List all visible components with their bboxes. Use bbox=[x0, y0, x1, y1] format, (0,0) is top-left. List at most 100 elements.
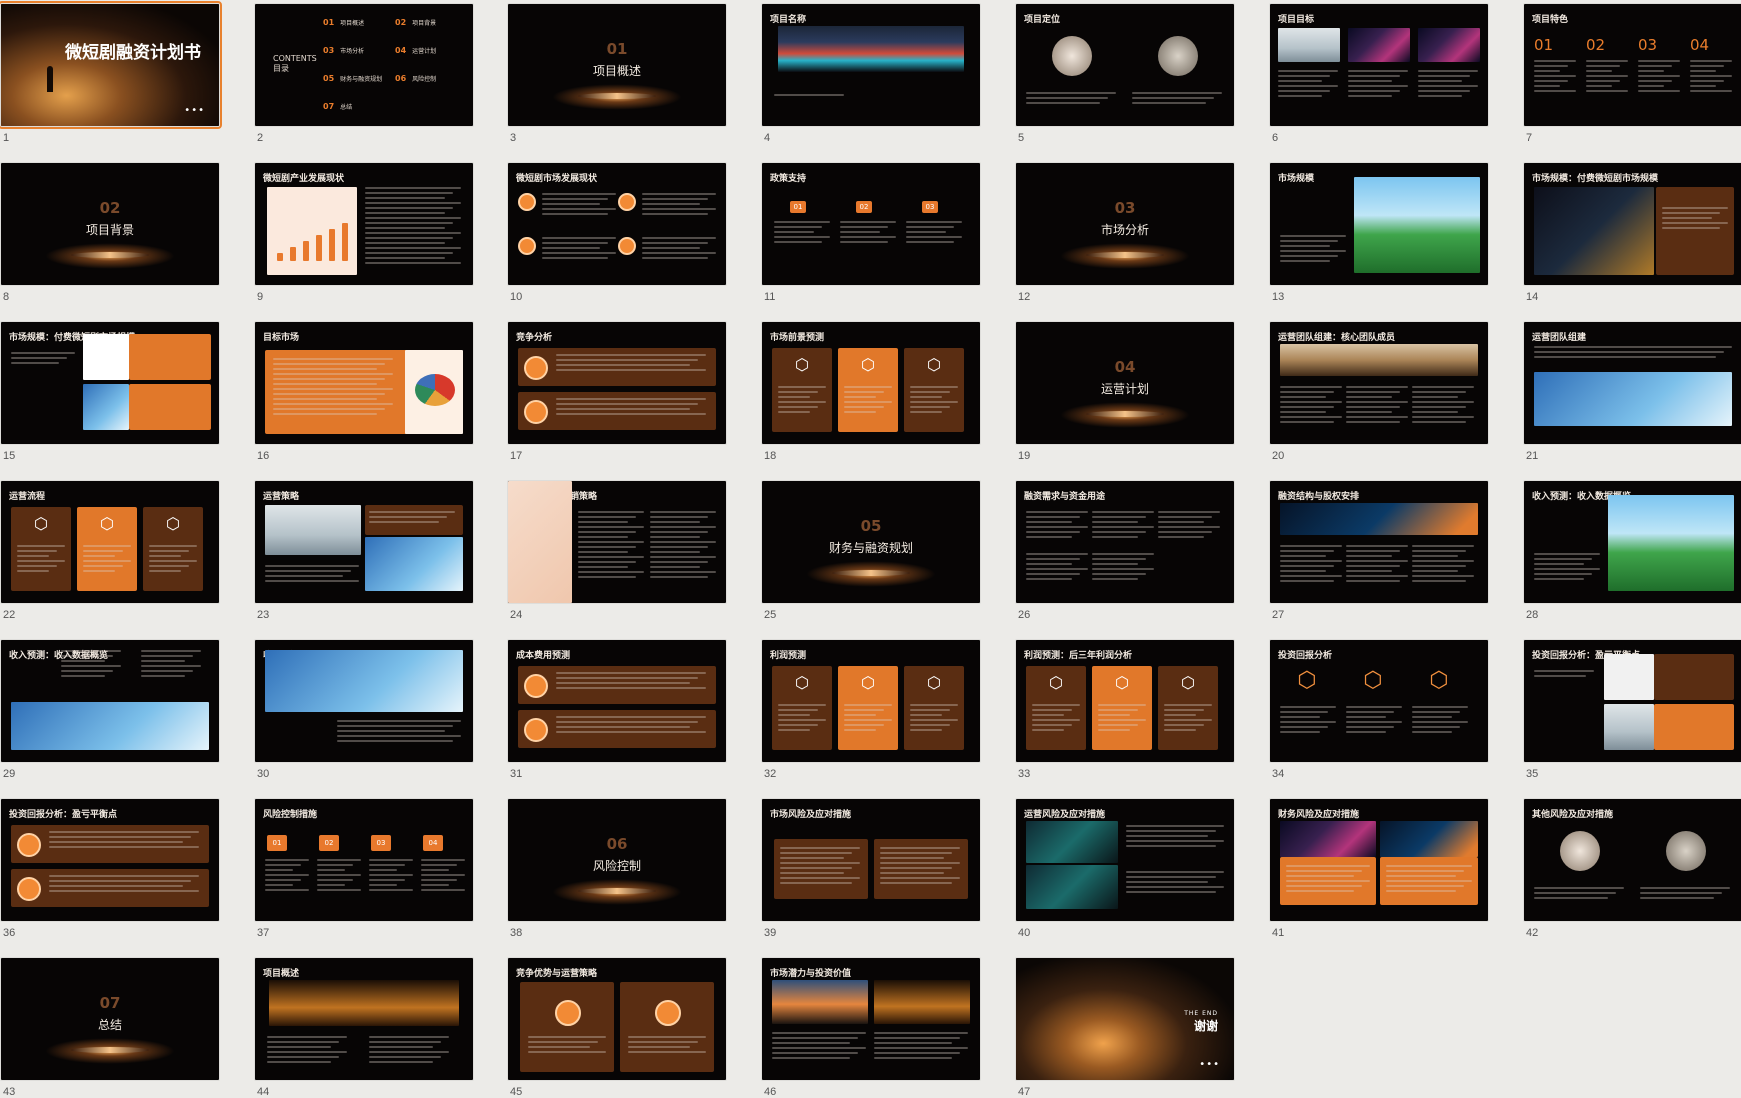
slide-thumbnail[interactable]: 收入预测：收入数据概览 29 bbox=[1, 640, 219, 780]
slide-canvas[interactable]: 项目定位 bbox=[1016, 4, 1234, 126]
slide-thumbnail[interactable]: 竞争分析 17 bbox=[508, 322, 726, 462]
slide-canvas[interactable]: 03 市场分析 bbox=[1016, 163, 1234, 285]
text-placeholder-line bbox=[1164, 719, 1212, 721]
slide-thumbnail[interactable]: 财务风险及应对措施 41 bbox=[1270, 799, 1488, 939]
slide-thumbnail[interactable]: 微短剧市场发展现状 10 bbox=[508, 163, 726, 303]
slide-canvas[interactable]: 微短剧产业发展现状 bbox=[255, 163, 473, 285]
slide-canvas[interactable]: 其他风险及应对措施 bbox=[1524, 799, 1741, 921]
slide-canvas[interactable]: 市场规模：付费微短剧市场规模 bbox=[1, 322, 219, 444]
slide-canvas[interactable]: 融资需求与资金用途 bbox=[1016, 481, 1234, 603]
text-placeholder-line bbox=[840, 241, 888, 243]
slide-number: 47 bbox=[1018, 1086, 1031, 1098]
slide-canvas[interactable]: 项目特色 01 02 03 04 bbox=[1524, 4, 1741, 126]
slide-thumbnail[interactable]: 市场风险及应对措施 39 bbox=[762, 799, 980, 939]
slide-thumbnail[interactable]: 市场潜力与投资价值 46 bbox=[762, 958, 980, 1098]
slide-canvas[interactable]: 投资回报分析：盈亏平衡点 bbox=[1, 799, 219, 921]
slide-canvas[interactable]: 投资回报分析 ⬡ ⬡ ⬡ bbox=[1270, 640, 1488, 762]
slide-thumbnail[interactable]: 成本费用预测 31 bbox=[508, 640, 726, 780]
slide-thumbnail[interactable]: 03 市场分析 12 bbox=[1016, 163, 1234, 303]
slide-thumbnail[interactable]: 04 运营计划 19 bbox=[1016, 322, 1234, 462]
slide-canvas[interactable]: 市场前景预测 ⬡ ⬡ ⬡ bbox=[762, 322, 980, 444]
slide-thumbnail[interactable]: 投资回报分析：盈亏平衡点 35 bbox=[1524, 640, 1741, 780]
slide-canvas[interactable]: 微短剧融资计划书 ••• bbox=[0, 1, 222, 129]
slide-thumbnail[interactable]: 竞争优势与运营策略 45 bbox=[508, 958, 726, 1098]
slide-thumbnail[interactable]: 06 风险控制 38 bbox=[508, 799, 726, 939]
slide-canvas[interactable]: 融资结构与股权安排 bbox=[1270, 481, 1488, 603]
slide-thumbnail[interactable]: 运营团队组建 21 bbox=[1524, 322, 1741, 462]
slide-canvas[interactable]: 目标市场 bbox=[255, 322, 473, 444]
slide-thumbnail[interactable]: 市场规模：付费微短剧市场规模 15 bbox=[1, 322, 219, 462]
slide-thumbnail[interactable]: 运营风险及应对措施 40 bbox=[1016, 799, 1234, 939]
slide-canvas[interactable]: 政策支持 01 02 03 bbox=[762, 163, 980, 285]
slide-canvas[interactable]: 07 总结 bbox=[1, 958, 219, 1080]
slide-thumbnail[interactable]: 投资回报分析：盈亏平衡点 36 bbox=[1, 799, 219, 939]
slide-canvas[interactable]: 05 财务与融资规划 bbox=[762, 481, 980, 603]
step-badge: 03 bbox=[922, 201, 938, 213]
slide-thumbnail[interactable]: 投资回报分析 ⬡ ⬡ ⬡ 34 bbox=[1270, 640, 1488, 780]
slide-canvas[interactable]: 项目名称 bbox=[762, 4, 980, 126]
slide-thumbnail[interactable]: 收入预测：收入数据概览 28 bbox=[1524, 481, 1741, 621]
slide-canvas[interactable]: 02 项目背景 bbox=[1, 163, 219, 285]
slide-canvas[interactable]: 竞争优势与运营策略 bbox=[508, 958, 726, 1080]
slide-thumbnail[interactable]: 运营团队组建：核心团队成员 20 bbox=[1270, 322, 1488, 462]
slide-thumbnail[interactable]: CONTENTS 目录 01 项目概述 02 项目背景 03 市场分析 04 运营计划 05 财务与… bbox=[255, 4, 473, 144]
slide-thumbnail[interactable]: 市场规模 13 bbox=[1270, 163, 1488, 303]
slide-canvas[interactable]: 市场风险及应对措施 bbox=[762, 799, 980, 921]
slide-thumbnail[interactable]: 目标市场 16 bbox=[255, 322, 473, 462]
slide-thumbnail[interactable]: 项目目标 6 bbox=[1270, 4, 1488, 144]
slide-thumbnail[interactable]: 风险控制措施 01 02 03 04 37 bbox=[255, 799, 473, 939]
text-placeholder-line bbox=[1638, 80, 1672, 82]
slide-canvas[interactable]: 收入预测：收入数据概览 bbox=[1524, 481, 1741, 603]
slide-thumbnail[interactable]: 项目特色 01 02 03 04 7 bbox=[1524, 4, 1741, 144]
slide-thumbnail[interactable]: 政策支持 01 02 03 11 bbox=[762, 163, 980, 303]
slide-thumbnail[interactable]: 收入预测 30 bbox=[255, 640, 473, 780]
slide-thumbnail[interactable]: 05 财务与融资规划 25 bbox=[762, 481, 980, 621]
slide-canvas[interactable]: 投资回报分析：盈亏平衡点 bbox=[1524, 640, 1741, 762]
slide-canvas[interactable]: 06 风险控制 bbox=[508, 799, 726, 921]
slide-thumbnail[interactable]: 微短剧融资计划书 ••• 1 bbox=[0, 1, 222, 144]
slide-thumbnail[interactable]: 市场规模：付费微短剧市场规模 14 bbox=[1524, 163, 1741, 303]
slide-canvas[interactable]: 运营流程 ⬡ ⬡ ⬡ bbox=[1, 481, 219, 603]
slide-thumbnail[interactable]: THE END 谢谢 ••• 47 bbox=[1016, 958, 1234, 1098]
slide-canvas[interactable]: 运营团队组建 bbox=[1524, 322, 1741, 444]
slide-canvas[interactable]: 微短剧市场发展现状 bbox=[508, 163, 726, 285]
slide-canvas[interactable]: 收入预测 bbox=[255, 640, 473, 762]
slide-thumbnail[interactable]: 项目定位 5 bbox=[1016, 4, 1234, 144]
slide-canvas[interactable]: 风险控制措施 01 02 03 04 bbox=[255, 799, 473, 921]
slide-thumbnail[interactable]: 微短剧产业发展现状 9 bbox=[255, 163, 473, 303]
slide-canvas[interactable]: 04 运营计划 bbox=[1016, 322, 1234, 444]
slide-canvas[interactable]: 竞争分析 bbox=[508, 322, 726, 444]
slide-canvas[interactable]: 利润预测 ⬡ ⬡ ⬡ bbox=[762, 640, 980, 762]
slide-thumbnail[interactable]: 01 项目概述 3 bbox=[508, 4, 726, 144]
slide-canvas[interactable]: 01 项目概述 bbox=[508, 4, 726, 126]
slide-thumbnail[interactable]: 市场前景预测 ⬡ ⬡ ⬡ 18 bbox=[762, 322, 980, 462]
slide-thumbnail[interactable]: 融资结构与股权安排 27 bbox=[1270, 481, 1488, 621]
slide-canvas[interactable]: 运营风险及应对措施 bbox=[1016, 799, 1234, 921]
slide-canvas[interactable]: 运营策略 bbox=[255, 481, 473, 603]
slide-canvas[interactable]: 运营策略：营销策略 bbox=[508, 481, 726, 603]
slide-canvas[interactable]: THE END 谢谢 ••• bbox=[1016, 958, 1234, 1080]
slide-canvas[interactable]: 市场规模：付费微短剧市场规模 bbox=[1524, 163, 1741, 285]
slide-canvas[interactable]: 成本费用预测 bbox=[508, 640, 726, 762]
slide-canvas[interactable]: CONTENTS 目录 01 项目概述 02 项目背景 03 市场分析 04 运营计划 05 财务与… bbox=[255, 4, 473, 126]
text-placeholder-line bbox=[772, 1052, 858, 1054]
slide-canvas[interactable]: 运营团队组建：核心团队成员 bbox=[1270, 322, 1488, 444]
slide-thumbnail[interactable]: 利润预测 ⬡ ⬡ ⬡ 32 bbox=[762, 640, 980, 780]
slide-thumbnail[interactable]: 07 总结 43 bbox=[1, 958, 219, 1098]
slide-canvas[interactable]: 利润预测：后三年利润分析 ⬡ ⬡ ⬡ bbox=[1016, 640, 1234, 762]
slide-thumbnail[interactable]: 运营策略 23 bbox=[255, 481, 473, 621]
slide-thumbnail[interactable]: 项目名称 4 bbox=[762, 4, 980, 144]
slide-canvas[interactable]: 市场潜力与投资价值 bbox=[762, 958, 980, 1080]
slide-thumbnail[interactable]: 运营策略：营销策略 24 bbox=[508, 481, 726, 621]
slide-thumbnail[interactable]: 项目概述 44 bbox=[255, 958, 473, 1098]
slide-thumbnail[interactable]: 融资需求与资金用途 26 bbox=[1016, 481, 1234, 621]
slide-canvas[interactable]: 项目概述 bbox=[255, 958, 473, 1080]
slide-canvas[interactable]: 收入预测：收入数据概览 bbox=[1, 640, 219, 762]
slide-canvas[interactable]: 市场规模 bbox=[1270, 163, 1488, 285]
slide-thumbnail[interactable]: 其他风险及应对措施 42 bbox=[1524, 799, 1741, 939]
slide-thumbnail[interactable]: 02 项目背景 8 bbox=[1, 163, 219, 303]
slide-canvas[interactable]: 财务风险及应对措施 bbox=[1270, 799, 1488, 921]
slide-canvas[interactable]: 项目目标 bbox=[1270, 4, 1488, 126]
slide-thumbnail[interactable]: 运营流程 ⬡ ⬡ ⬡ 22 bbox=[1, 481, 219, 621]
slide-thumbnail[interactable]: 利润预测：后三年利润分析 ⬡ ⬡ ⬡ 33 bbox=[1016, 640, 1234, 780]
